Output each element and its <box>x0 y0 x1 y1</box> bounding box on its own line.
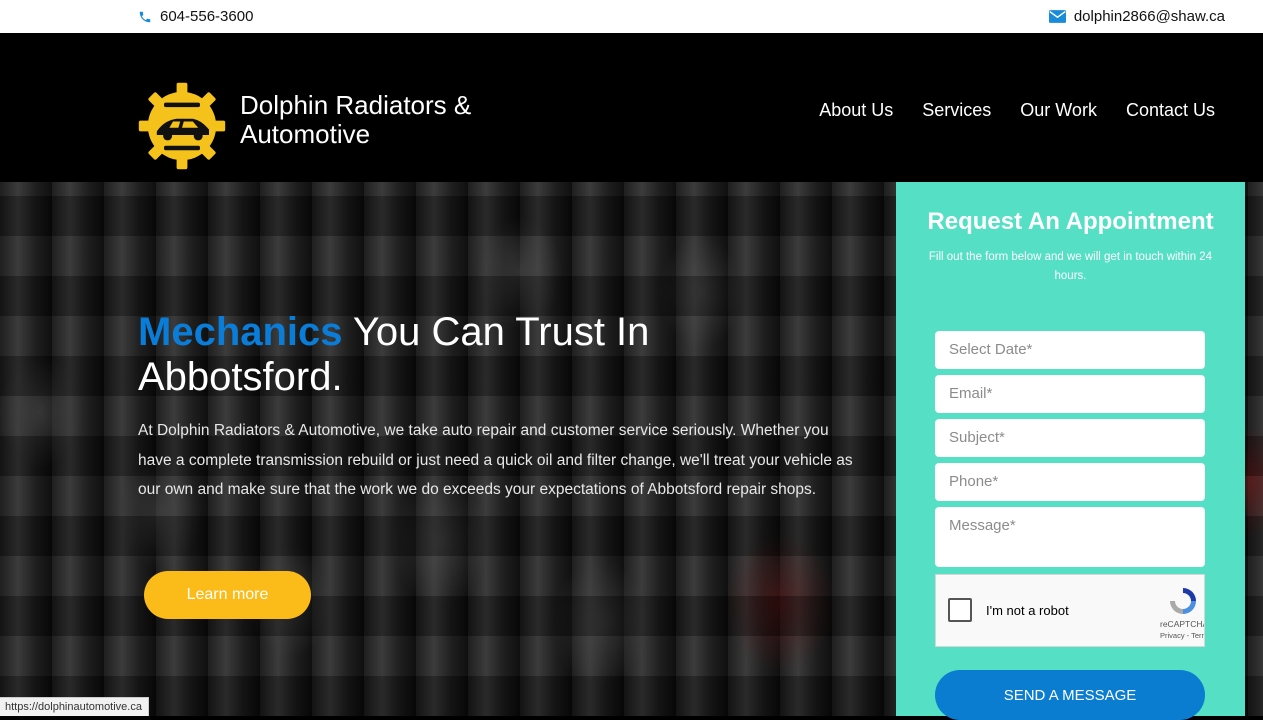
nav-about-us[interactable]: About Us <box>819 100 893 121</box>
phone-number: 604-556-3600 <box>160 8 254 25</box>
email-field[interactable]: Email* <box>935 375 1205 413</box>
send-message-button[interactable]: SEND A MESSAGE <box>935 670 1205 720</box>
gear-car-logo-icon[interactable] <box>137 81 227 171</box>
nav-contact-us[interactable]: Contact Us <box>1126 100 1215 121</box>
email-address: dolphin2866@shaw.ca <box>1073 8 1225 25</box>
recaptcha-logo-icon <box>1170 588 1196 614</box>
top-contact-bar: 604-556-3600 dolphin2866@shaw.ca <box>0 0 1263 33</box>
captcha-checkbox[interactable] <box>948 598 972 622</box>
main-nav: About Us Services Our Work Contact Us <box>819 100 1215 121</box>
nav-services[interactable]: Services <box>922 100 991 121</box>
brand-name[interactable]: Dolphin Radiators & Automotive <box>240 91 540 149</box>
site-header: Dolphin Radiators & Automotive About Us … <box>0 33 1263 182</box>
recaptcha-brand: reCAPTCHA <box>1160 619 1205 629</box>
nav-our-work[interactable]: Our Work <box>1020 100 1097 121</box>
hero-intro: At Dolphin Radiators & Automotive, we ta… <box>138 422 853 498</box>
phone-field[interactable]: Phone* <box>935 463 1205 501</box>
phone-link[interactable]: 604-556-3600 <box>138 8 253 25</box>
headline-accent: Mechanics <box>138 310 343 354</box>
form-title: Request An Appointment <box>927 208 1214 235</box>
phone-icon <box>139 11 151 22</box>
date-field[interactable]: Select Date* <box>935 331 1205 369</box>
form-subtitle: Fill out the form below and we will get … <box>928 251 1213 282</box>
status-url: https://dolphinautomotive.ca <box>0 697 149 716</box>
captcha-label: I'm not a robot <box>986 603 1069 618</box>
recaptcha-terms[interactable]: Privacy - Terms <box>1160 631 1204 640</box>
email-link[interactable]: dolphin2866@shaw.ca <box>1048 8 1225 25</box>
subject-field[interactable]: Subject* <box>935 419 1205 457</box>
learn-more-button[interactable]: Learn more <box>144 571 311 619</box>
hero-headline: Mechanics You Can Trust In Abbotsford. <box>138 310 858 400</box>
appointment-form-panel: Request An Appointment Fill out the form… <box>896 182 1245 720</box>
envelope-icon <box>1048 10 1066 23</box>
message-field[interactable]: Message* <box>935 507 1205 567</box>
recaptcha-widget: I'm not a robot reCAPTCHA Privacy - Term… <box>935 574 1205 647</box>
hero-content: Mechanics You Can Trust In Abbotsford. A… <box>138 310 858 505</box>
